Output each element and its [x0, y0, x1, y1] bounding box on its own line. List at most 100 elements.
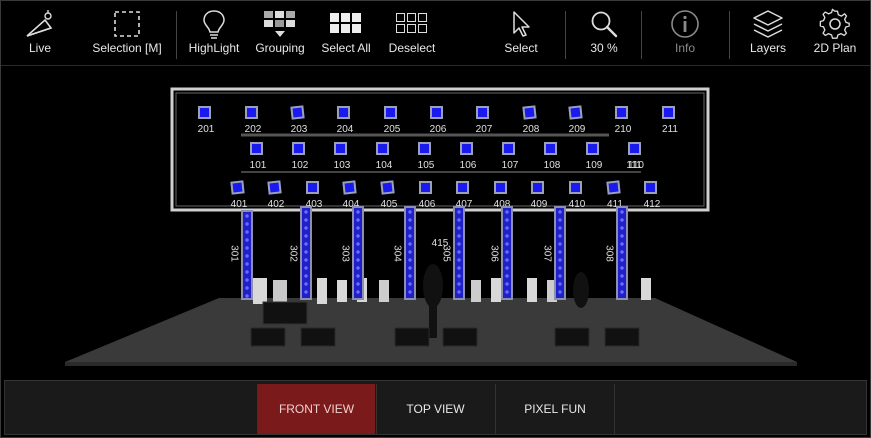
column-label: 301 [228, 245, 240, 262]
column-label: 307 [541, 245, 553, 262]
fixture-106[interactable] [460, 142, 473, 155]
fixture-label: 201 [197, 124, 215, 135]
fixture-403[interactable] [306, 181, 319, 194]
fixture-label: 102 [291, 160, 309, 171]
fixture-407[interactable] [456, 181, 469, 194]
fixture-label: 402 [267, 199, 285, 210]
fixture-107[interactable] [502, 142, 515, 155]
fixture-label: 412 [643, 199, 661, 210]
led-column-303[interactable] [352, 206, 364, 300]
fixture-203[interactable] [290, 105, 305, 120]
fixture-label-111: 111 [626, 160, 642, 171]
led-column-306[interactable] [501, 206, 513, 300]
fixture-label: 209 [568, 124, 586, 135]
tab-top-view[interactable]: TOP VIEW [376, 384, 494, 434]
fixture-label: 204 [336, 124, 354, 135]
fixture-102[interactable] [292, 142, 305, 155]
spotlight-icon [23, 1, 57, 41]
fixture-201[interactable] [198, 106, 211, 119]
fixture-208[interactable] [522, 105, 537, 120]
tab-front-view[interactable]: FRONT VIEW [257, 384, 375, 434]
select-all-button[interactable]: Select All [317, 1, 375, 65]
fixture-label: 401 [230, 199, 248, 210]
info-button[interactable]: Info [661, 1, 709, 65]
fixture-label: 409 [530, 199, 548, 210]
view-tab-bar: FRONT VIEW TOP VIEW PIXEL FUN [4, 380, 867, 435]
highlight-label: HighLight [188, 41, 240, 55]
fixture-210[interactable] [615, 106, 628, 119]
fixture-204[interactable] [337, 106, 350, 119]
fixture-101[interactable] [250, 142, 263, 155]
fixture-405[interactable] [380, 180, 395, 195]
fixture-206[interactable] [430, 106, 443, 119]
toolbar-separator [729, 11, 730, 59]
fixture-412[interactable] [644, 181, 657, 194]
fixture-209[interactable] [568, 105, 583, 120]
fixture-label: 208 [522, 124, 540, 135]
fixture-label: 103 [333, 160, 351, 171]
fixture-label: 210 [614, 124, 632, 135]
select-button[interactable]: Select [497, 1, 545, 65]
deselect-button[interactable]: Deselect [383, 1, 441, 65]
toolbar-separator [176, 11, 177, 59]
fixture-label: 206 [429, 124, 447, 135]
fixture-label: 108 [543, 160, 561, 171]
fixture-103[interactable] [334, 142, 347, 155]
live-button[interactable]: Live [15, 1, 65, 65]
2d-plan-label: 2D Plan [813, 41, 857, 55]
led-column-305[interactable] [453, 206, 465, 300]
selection-button[interactable]: Selection [M] [85, 1, 169, 65]
fixture-110[interactable] [628, 142, 641, 155]
fixture-211[interactable] [662, 106, 675, 119]
2d-plan-button[interactable]: 2D Plan [807, 1, 863, 65]
fixture-401[interactable] [230, 180, 245, 195]
select-all-label: Select All [321, 41, 371, 55]
fixture-404[interactable] [342, 180, 357, 195]
fixture-label: 101 [249, 160, 267, 171]
selection-label: Selection [M] [92, 41, 162, 55]
fixture-label: 205 [383, 124, 401, 135]
fixture-label: 107 [501, 160, 519, 171]
select-all-grid-icon [329, 1, 363, 41]
grouping-button[interactable]: Grouping [251, 1, 309, 65]
fixture-202[interactable] [245, 106, 258, 119]
fixture-411[interactable] [606, 180, 621, 195]
column-label: 304 [391, 245, 403, 262]
fixture-408[interactable] [494, 181, 507, 194]
led-column-308[interactable] [616, 206, 628, 300]
led-column-304[interactable] [404, 206, 416, 300]
fixture-406[interactable] [419, 181, 432, 194]
info-label: Info [674, 41, 695, 55]
led-column-307[interactable] [554, 206, 566, 300]
grouping-grid-icon [263, 1, 297, 41]
stage-3d-view[interactable]: 201 202 203 204 205 206 207 208 209 210 … [1, 66, 870, 376]
fixture-label: 203 [290, 124, 308, 135]
tab-pixel-fun[interactable]: PIXEL FUN [495, 384, 615, 434]
fixture-207[interactable] [476, 106, 489, 119]
dashed-selection-icon [112, 1, 142, 41]
toolbar-separator [565, 11, 566, 59]
magnifier-icon [589, 1, 619, 41]
deselect-label: Deselect [388, 41, 436, 55]
fixture-label: 106 [459, 160, 477, 171]
fixture-108[interactable] [544, 142, 557, 155]
fixture-104[interactable] [376, 142, 389, 155]
fixture-109[interactable] [586, 142, 599, 155]
led-column-302[interactable] [300, 206, 312, 300]
fixture-205[interactable] [384, 106, 397, 119]
layers-button[interactable]: Layers [743, 1, 793, 65]
fixture-410[interactable] [569, 181, 582, 194]
fixture-label: 105 [417, 160, 435, 171]
fixture-402[interactable] [267, 180, 282, 195]
layers-icon [751, 1, 785, 41]
fixture-label: 211 [662, 124, 678, 135]
fixture-409[interactable] [531, 181, 544, 194]
fixture-label: 405 [380, 199, 398, 210]
highlight-button[interactable]: HighLight [185, 1, 243, 65]
layers-label: Layers [749, 41, 787, 55]
fixture-105[interactable] [418, 142, 431, 155]
deselect-grid-icon [395, 1, 429, 41]
zoom-button[interactable]: 30 % [579, 1, 629, 65]
fixture-label: 109 [585, 160, 603, 171]
led-column-301[interactable] [241, 210, 253, 300]
